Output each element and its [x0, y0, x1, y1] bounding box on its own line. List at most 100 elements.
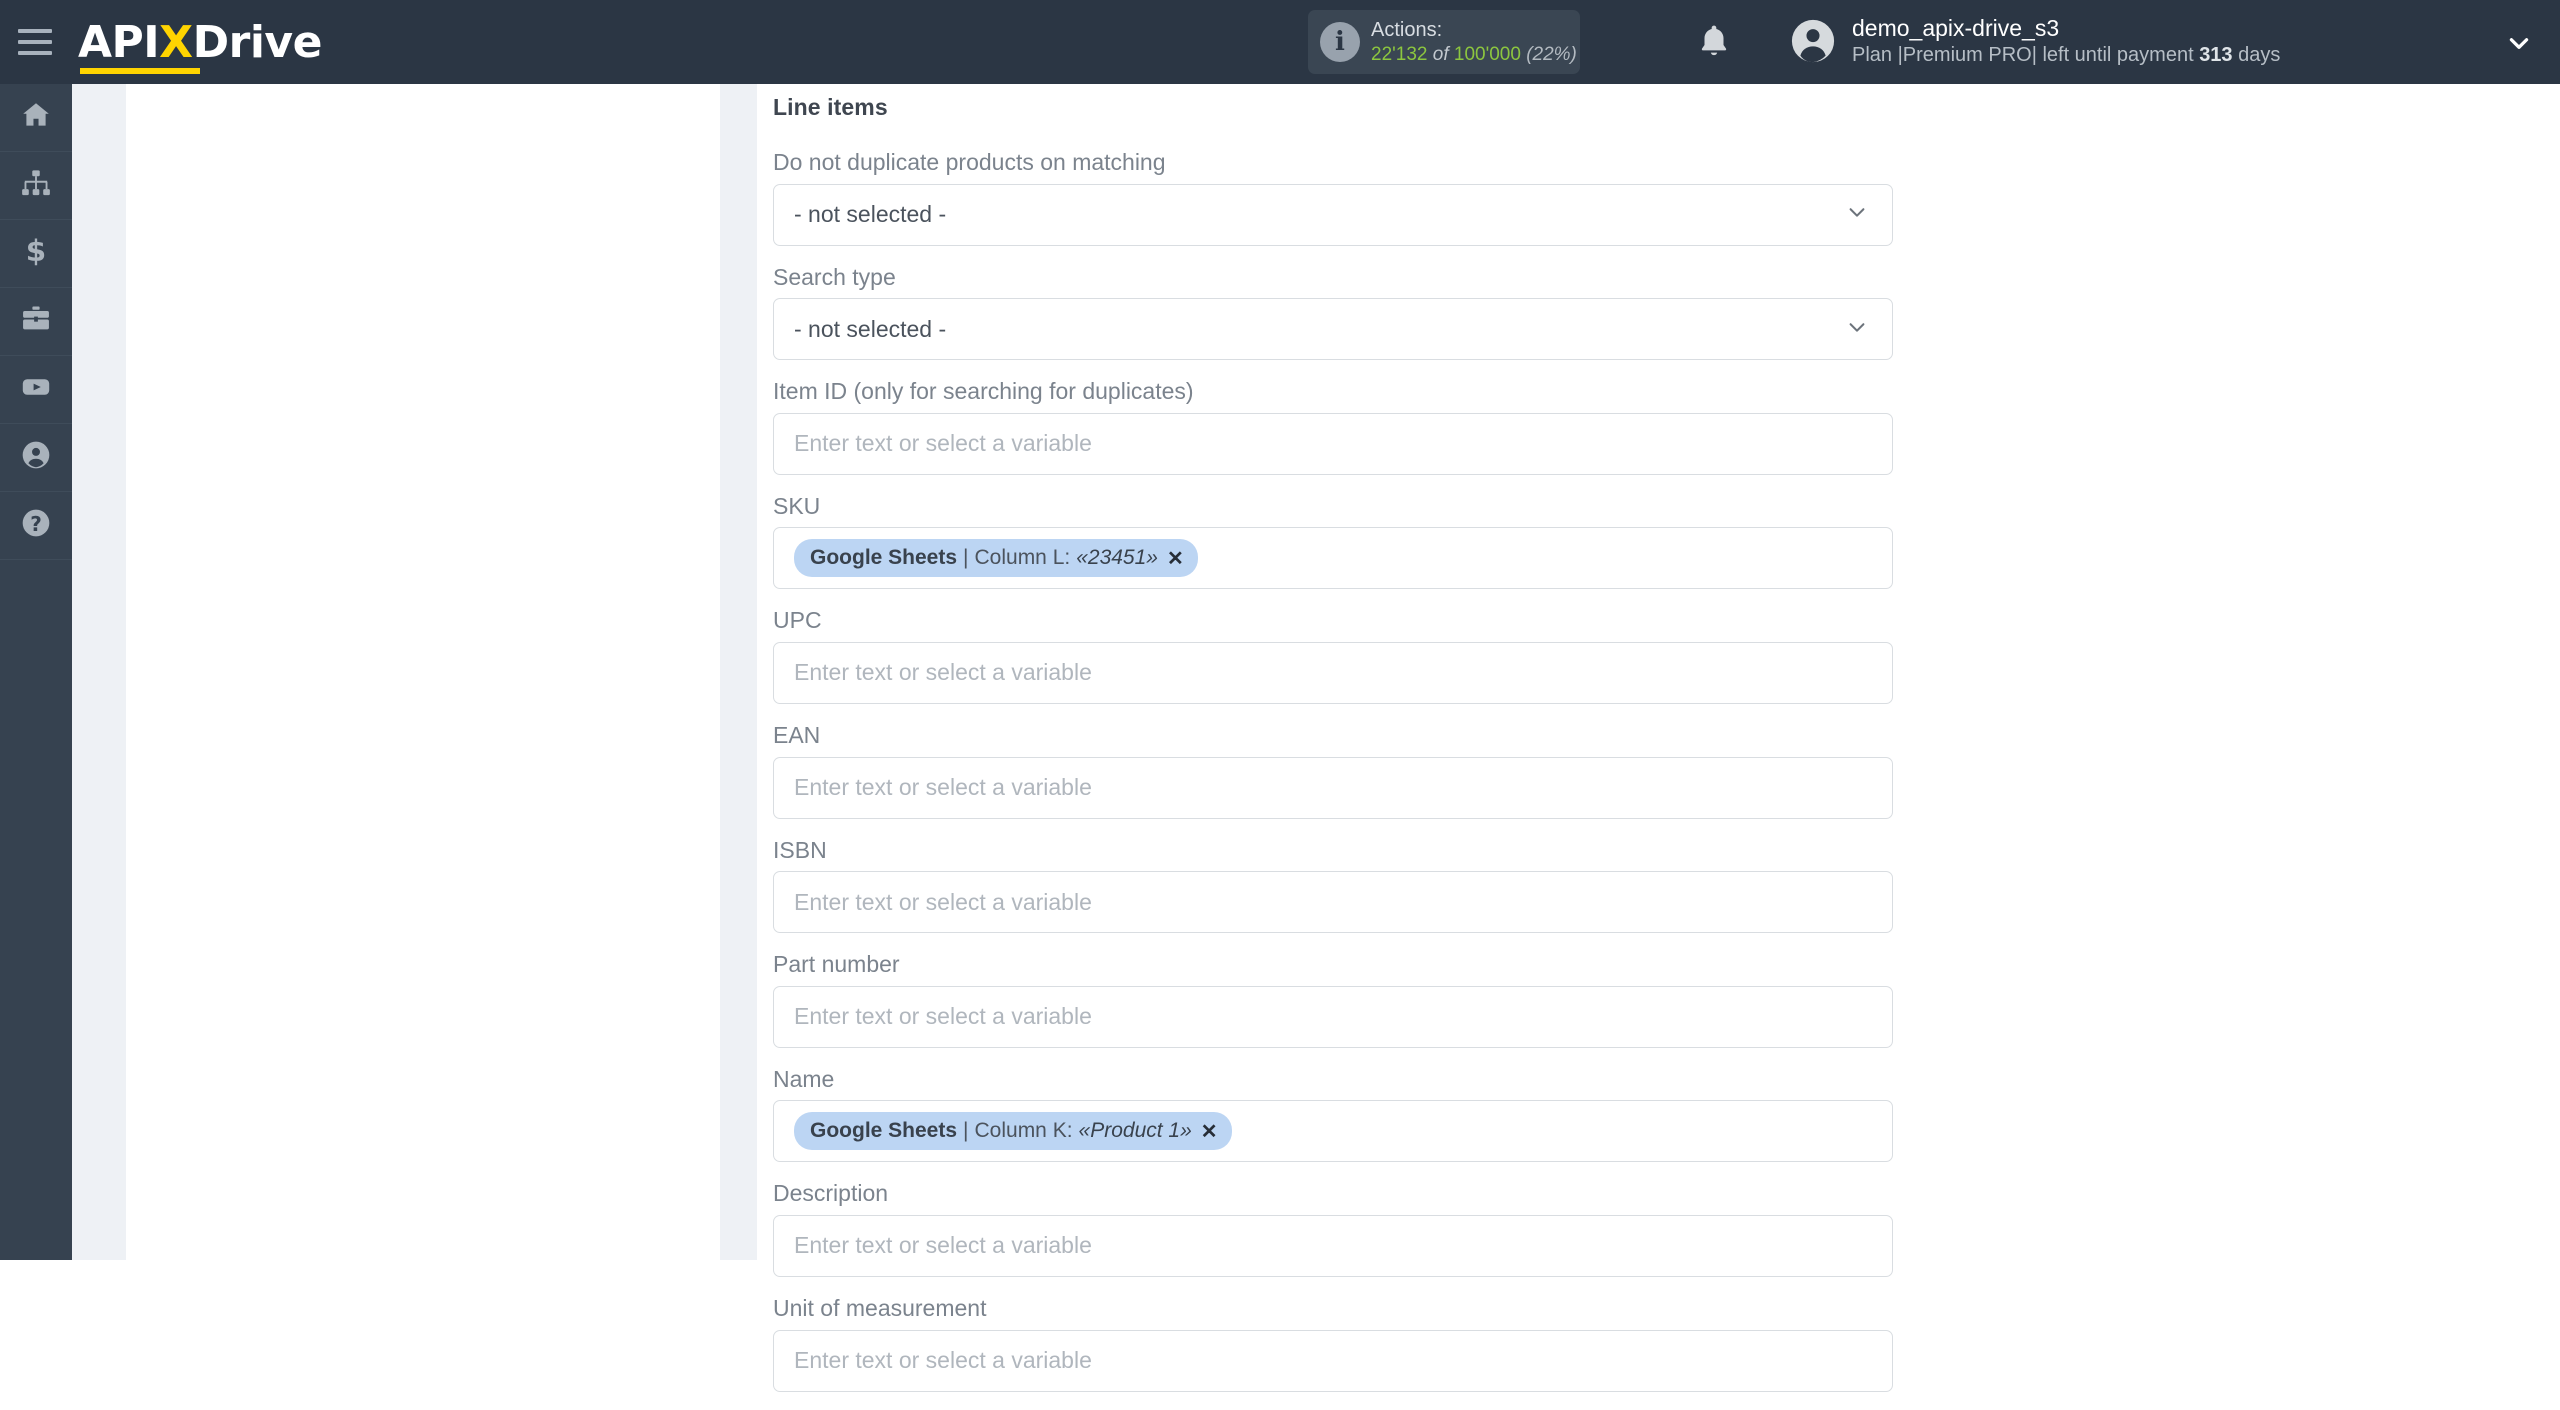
field-label: Item ID (only for searching for duplicat… — [773, 378, 1194, 405]
logo-part-drive: Drive — [192, 17, 323, 68]
plan-suffix: days — [2232, 43, 2281, 66]
sku-input[interactable]: Google Sheets | Column L: «23451» ✕ — [773, 527, 1893, 590]
chevron-down-icon[interactable] — [2506, 30, 2532, 61]
svg-text:$: $ — [26, 235, 46, 267]
chip-source: Google Sheets — [810, 1119, 958, 1143]
field-do-not-duplicate: Do not duplicate products on matching - … — [773, 149, 1893, 246]
input-placeholder: Enter text or select a variable — [794, 1003, 1092, 1030]
input-placeholder: Enter text or select a variable — [794, 1232, 1092, 1259]
chip-remove-icon[interactable]: ✕ — [1167, 546, 1184, 571]
field-label: EAN — [773, 721, 821, 748]
item-id-input[interactable]: Enter text or select a variable — [773, 412, 1893, 475]
logo-accent-x: X — [159, 17, 193, 68]
input-placeholder: Enter text or select a variable — [794, 1347, 1092, 1374]
chip-source: Google Sheets — [810, 546, 958, 570]
unit-of-measurement-input[interactable]: Enter text or select a variable — [773, 1329, 1893, 1392]
field-description: Description Enter text or select a varia… — [773, 1180, 1893, 1277]
user-avatar-icon[interactable] — [1790, 18, 1836, 64]
do-not-duplicate-select[interactable]: - not selected - — [773, 183, 1893, 246]
actions-of-word: of — [1432, 43, 1449, 65]
sidebar-item-home[interactable] — [0, 84, 72, 152]
hamburger-bar — [18, 40, 52, 44]
isbn-input[interactable]: Enter text or select a variable — [773, 871, 1893, 934]
description-input[interactable]: Enter text or select a variable — [773, 1214, 1893, 1277]
field-part-number: Part number Enter text or select a varia… — [773, 951, 1893, 1048]
input-placeholder: Enter text or select a variable — [794, 774, 1092, 801]
sidebar-item-video[interactable] — [0, 356, 72, 424]
connections-icon — [20, 167, 52, 204]
field-name: Name Google Sheets | Column K: «Product … — [773, 1066, 1893, 1163]
sidebar-item-help[interactable]: ? — [0, 492, 72, 560]
field-label: ISBN — [773, 836, 827, 863]
account-plan-info: Plan |Premium PRO| left until payment 31… — [1852, 43, 2280, 68]
apix-drive-logo[interactable]: APIXDrive — [78, 0, 322, 84]
info-icon: i — [1320, 22, 1360, 62]
svg-text:?: ? — [30, 512, 42, 536]
name-input[interactable]: Google Sheets | Column K: «Product 1» ✕ — [773, 1100, 1893, 1163]
chip-column: Column K: — [974, 1119, 1073, 1143]
field-unit-of-measurement: Unit of measurement Enter text or select… — [773, 1295, 1893, 1392]
field-label: Search type — [773, 263, 896, 290]
ean-input[interactable]: Enter text or select a variable — [773, 756, 1893, 819]
youtube-icon — [20, 371, 52, 408]
bell-icon[interactable] — [1694, 22, 1734, 62]
hamburger-bar — [18, 29, 52, 33]
sidebar-item-profile[interactable] — [0, 424, 72, 492]
dollar-icon: $ — [20, 234, 52, 272]
top-header-bar: APIXDrive i Actions: 22'132 of 100'000 (… — [0, 0, 2560, 84]
actions-total: 100'000 — [1453, 43, 1521, 65]
account-name: demo_apix-drive_s3 — [1852, 15, 2060, 41]
field-item-id: Item ID (only for searching for duplicat… — [773, 378, 1893, 475]
sidebar-item-billing[interactable]: $ — [0, 220, 72, 288]
select-value: - not selected - — [794, 315, 947, 342]
left-sidebar: $ ? — [0, 84, 72, 1260]
actions-usage-badge[interactable]: i Actions: 22'132 of 100'000 (22%) — [1308, 10, 1580, 74]
variable-chip[interactable]: Google Sheets | Column L: «23451» ✕ — [794, 539, 1198, 578]
field-label: Name — [773, 1065, 835, 1092]
select-value: - not selected - — [794, 201, 947, 228]
field-label: Description — [773, 1180, 889, 1207]
actions-percent: (22%) — [1526, 43, 1577, 65]
chip-separator: | — [963, 546, 969, 570]
field-ean: EAN Enter text or select a variable — [773, 722, 1893, 819]
chip-value: «Product 1» — [1078, 1119, 1192, 1143]
part-number-input[interactable]: Enter text or select a variable — [773, 985, 1893, 1048]
chip-column: Column L: — [974, 546, 1071, 570]
field-label: UPC — [773, 607, 822, 634]
field-label: Unit of measurement — [773, 1294, 987, 1321]
upc-input[interactable]: Enter text or select a variable — [773, 641, 1893, 704]
right-content-panel: Line items Do not duplicate products on … — [757, 84, 2560, 1392]
chip-remove-icon[interactable]: ✕ — [1201, 1119, 1218, 1144]
hamburger-menu-icon[interactable] — [18, 25, 62, 59]
sidebar-item-business[interactable] — [0, 288, 72, 356]
logo-text: APIXDrive — [78, 21, 322, 74]
field-sku: SKU Google Sheets | Column L: «23451» ✕ — [773, 493, 1893, 590]
search-type-select[interactable]: - not selected - — [773, 298, 1893, 361]
account-summary[interactable]: demo_apix-drive_s3 Plan |Premium PRO| le… — [1852, 14, 2280, 67]
plan-days: 313 — [2199, 43, 2233, 66]
logo-underline — [80, 68, 200, 74]
home-icon — [20, 99, 52, 136]
logo-part-api: API — [78, 17, 160, 68]
line-items-form: Line items Do not duplicate products on … — [773, 94, 1893, 1410]
actions-counter: 22'132 of 100'000 (22%) — [1371, 43, 1577, 66]
field-search-type: Search type - not selected - — [773, 264, 1893, 361]
chip-value: «23451» — [1076, 546, 1158, 570]
sidebar-item-connections[interactable] — [0, 152, 72, 220]
actions-label: Actions: — [1371, 19, 1443, 42]
field-label: Do not duplicate products on matching — [773, 149, 1166, 175]
question-mark-icon: ? — [20, 507, 52, 544]
input-placeholder: Enter text or select a variable — [794, 430, 1092, 457]
chevron-down-icon — [1846, 201, 1868, 228]
user-circle-icon — [20, 439, 52, 476]
briefcase-icon — [20, 303, 52, 340]
input-placeholder: Enter text or select a variable — [794, 888, 1092, 915]
hamburger-bar — [18, 51, 52, 55]
input-placeholder: Enter text or select a variable — [794, 659, 1092, 686]
page-body: Line items Do not duplicate products on … — [72, 84, 2560, 1392]
field-label: Part number — [773, 951, 900, 978]
chip-separator: | — [963, 1119, 969, 1143]
actions-usage-text: Actions: 22'132 of 100'000 (22%) — [1371, 18, 1577, 66]
variable-chip[interactable]: Google Sheets | Column K: «Product 1» ✕ — [794, 1112, 1232, 1151]
plan-prefix: Plan |Premium PRO| left until payment — [1852, 43, 2200, 66]
